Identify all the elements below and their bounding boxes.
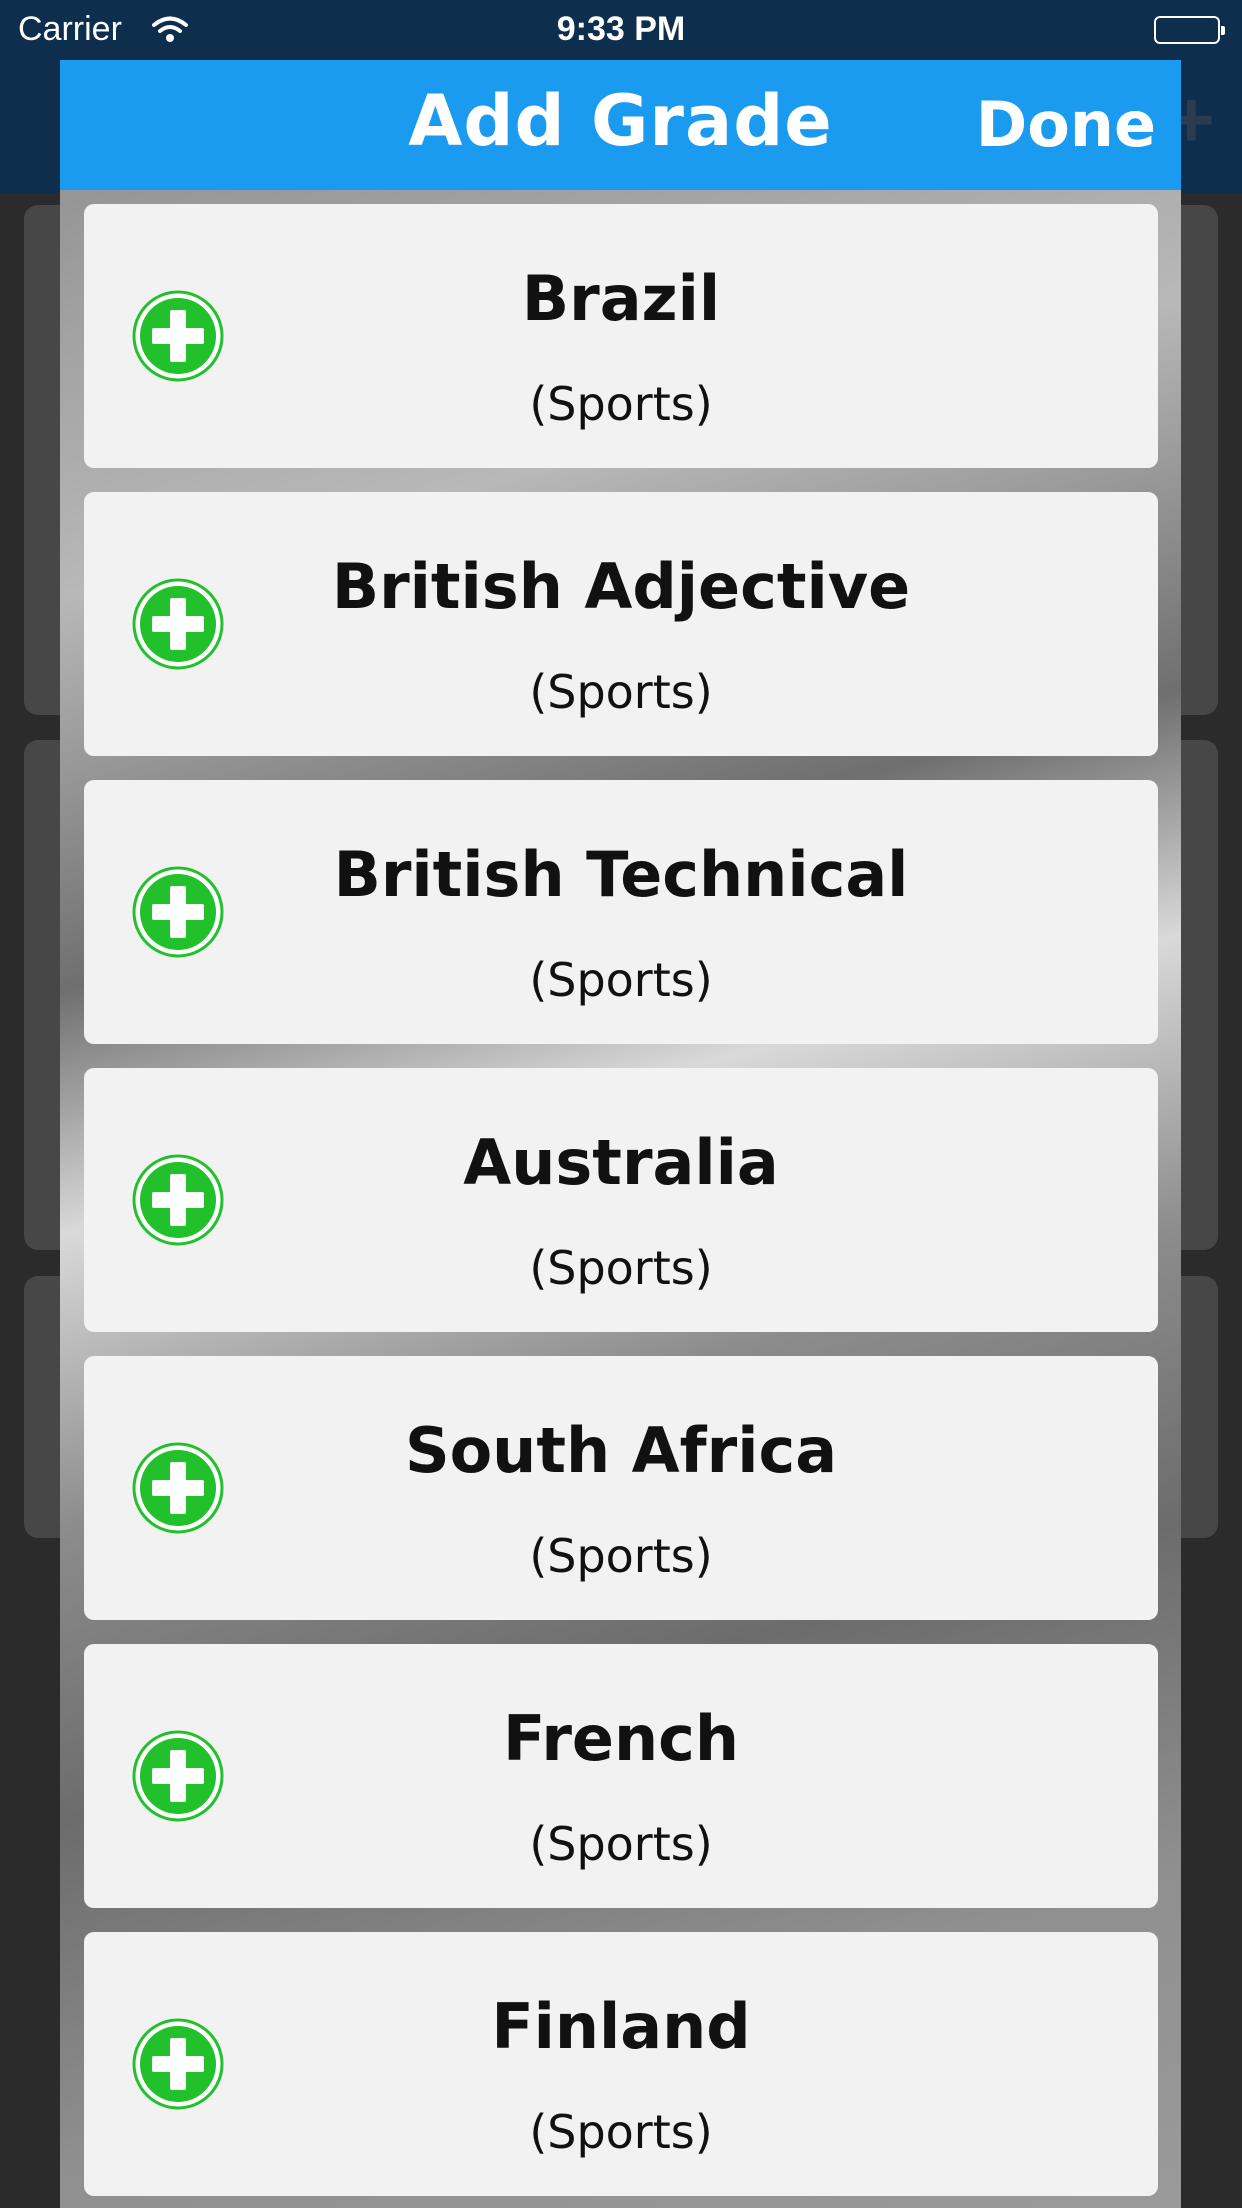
grade-category: (Sports) [529,1817,713,1871]
battery-icon [1154,16,1225,44]
grade-name: French [502,1702,740,1775]
grade-category: (Sports) [529,377,713,431]
grade-category: (Sports) [529,2105,713,2159]
grade-row[interactable]: South Africa (Sports) [84,1356,1158,1620]
grade-list: Brazil (Sports) British Adjective (Sport… [84,204,1158,2208]
grade-name: British Technical [333,838,909,911]
grade-name: Australia [463,1126,779,1199]
grade-name: British Adjective [331,550,911,623]
grade-row[interactable]: Finland (Sports) [84,1932,1158,2196]
grade-name: Brazil [521,262,721,335]
grade-category: (Sports) [529,1529,713,1583]
grade-row[interactable]: Australia (Sports) [84,1068,1158,1332]
grade-row[interactable]: Brazil (Sports) [84,204,1158,468]
status-bar: Carrier 9:33 PM [0,0,1242,60]
modal-header: Add Grade Done [60,60,1181,190]
grade-row[interactable]: British Adjective (Sports) [84,492,1158,756]
grade-category: (Sports) [529,1241,713,1295]
grade-name: Finland [491,1990,751,2063]
grade-row[interactable]: French (Sports) [84,1644,1158,1908]
done-button[interactable]: Done [976,88,1156,161]
grade-category: (Sports) [529,953,713,1007]
grade-category: (Sports) [529,665,713,719]
grade-name: South Africa [404,1414,838,1487]
add-grade-modal: Add Grade Done Brazil (Sports) British A… [60,60,1181,2208]
grade-row[interactable]: British Technical (Sports) [84,780,1158,1044]
status-time: 9:33 PM [556,10,686,48]
